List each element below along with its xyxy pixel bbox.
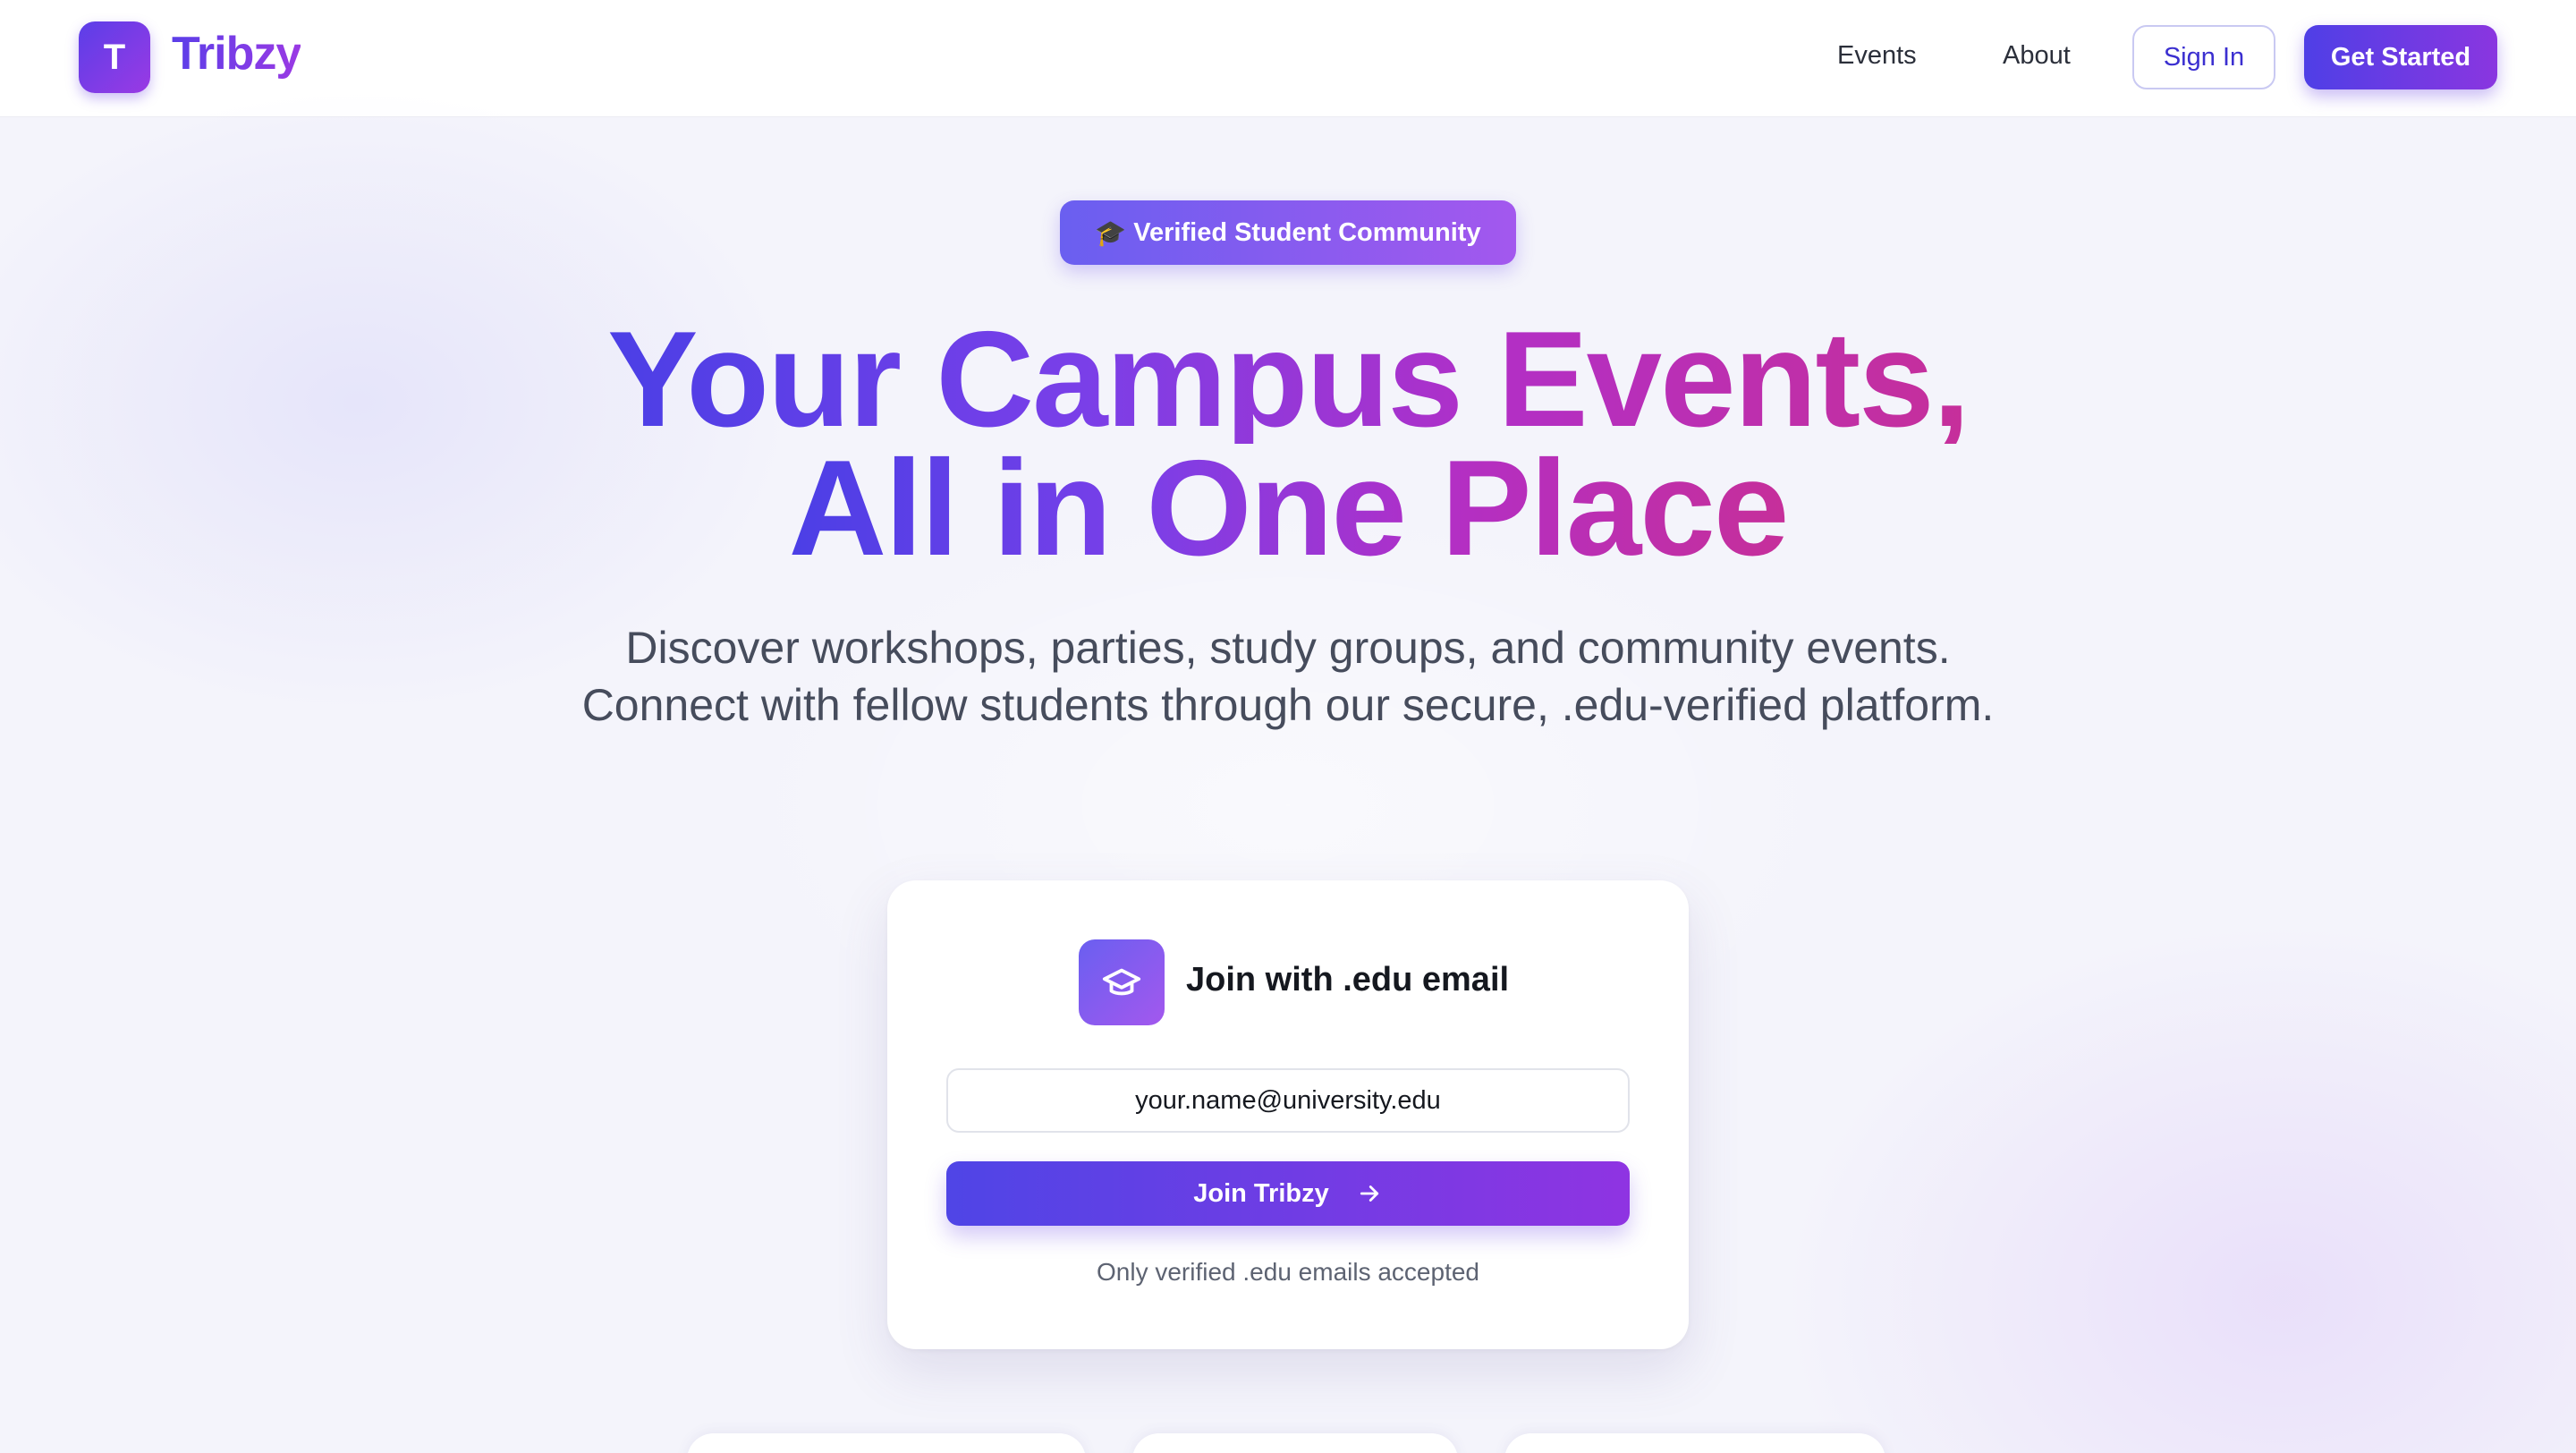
signup-card: Join with .edu email Join Tribzy Only ve…	[887, 880, 1689, 1349]
email-input[interactable]	[946, 1068, 1630, 1133]
graduation-cap-icon	[1079, 939, 1165, 1025]
card-title: Join with .edu email	[1186, 961, 1510, 998]
join-button[interactable]: Join Tribzy	[946, 1161, 1630, 1226]
badge-text: Verified Student Community	[1133, 217, 1481, 247]
graduation-cap-icon: 🎓	[1095, 218, 1127, 247]
edu-only-note: Only verified .edu emails accepted	[1097, 1258, 1479, 1286]
hero-headline: Your Campus Events, All in One Place	[0, 303, 2576, 584]
headline-line-1: Your Campus Events,	[607, 303, 1970, 455]
hero-subtext: Discover workshops, parties, study group…	[581, 623, 1995, 730]
sign-in-button[interactable]: Sign In	[2132, 25, 2275, 89]
logo-icon[interactable]: T	[79, 21, 150, 93]
get-started-button[interactable]: Get Started	[2304, 25, 2497, 89]
feature-chip	[1132, 1433, 1458, 1453]
arrow-right-icon	[1360, 1185, 1378, 1202]
feature-chip	[687, 1433, 1086, 1453]
logo-letter: T	[103, 37, 126, 77]
brand-name[interactable]: Tribzy	[172, 27, 301, 81]
join-button-label: Join Tribzy	[1193, 1178, 1329, 1208]
headline-line-2: All in One Place	[788, 432, 1790, 584]
nav-link-about[interactable]: About	[2003, 41, 2071, 71]
feature-chip	[1504, 1433, 1885, 1453]
nav-link-events[interactable]: Events	[1837, 41, 1917, 71]
verified-community-badge: 🎓 Verified Student Community	[1060, 200, 1516, 265]
top-navbar: T Tribzy Events About Sign In Get Starte…	[0, 0, 2576, 116]
